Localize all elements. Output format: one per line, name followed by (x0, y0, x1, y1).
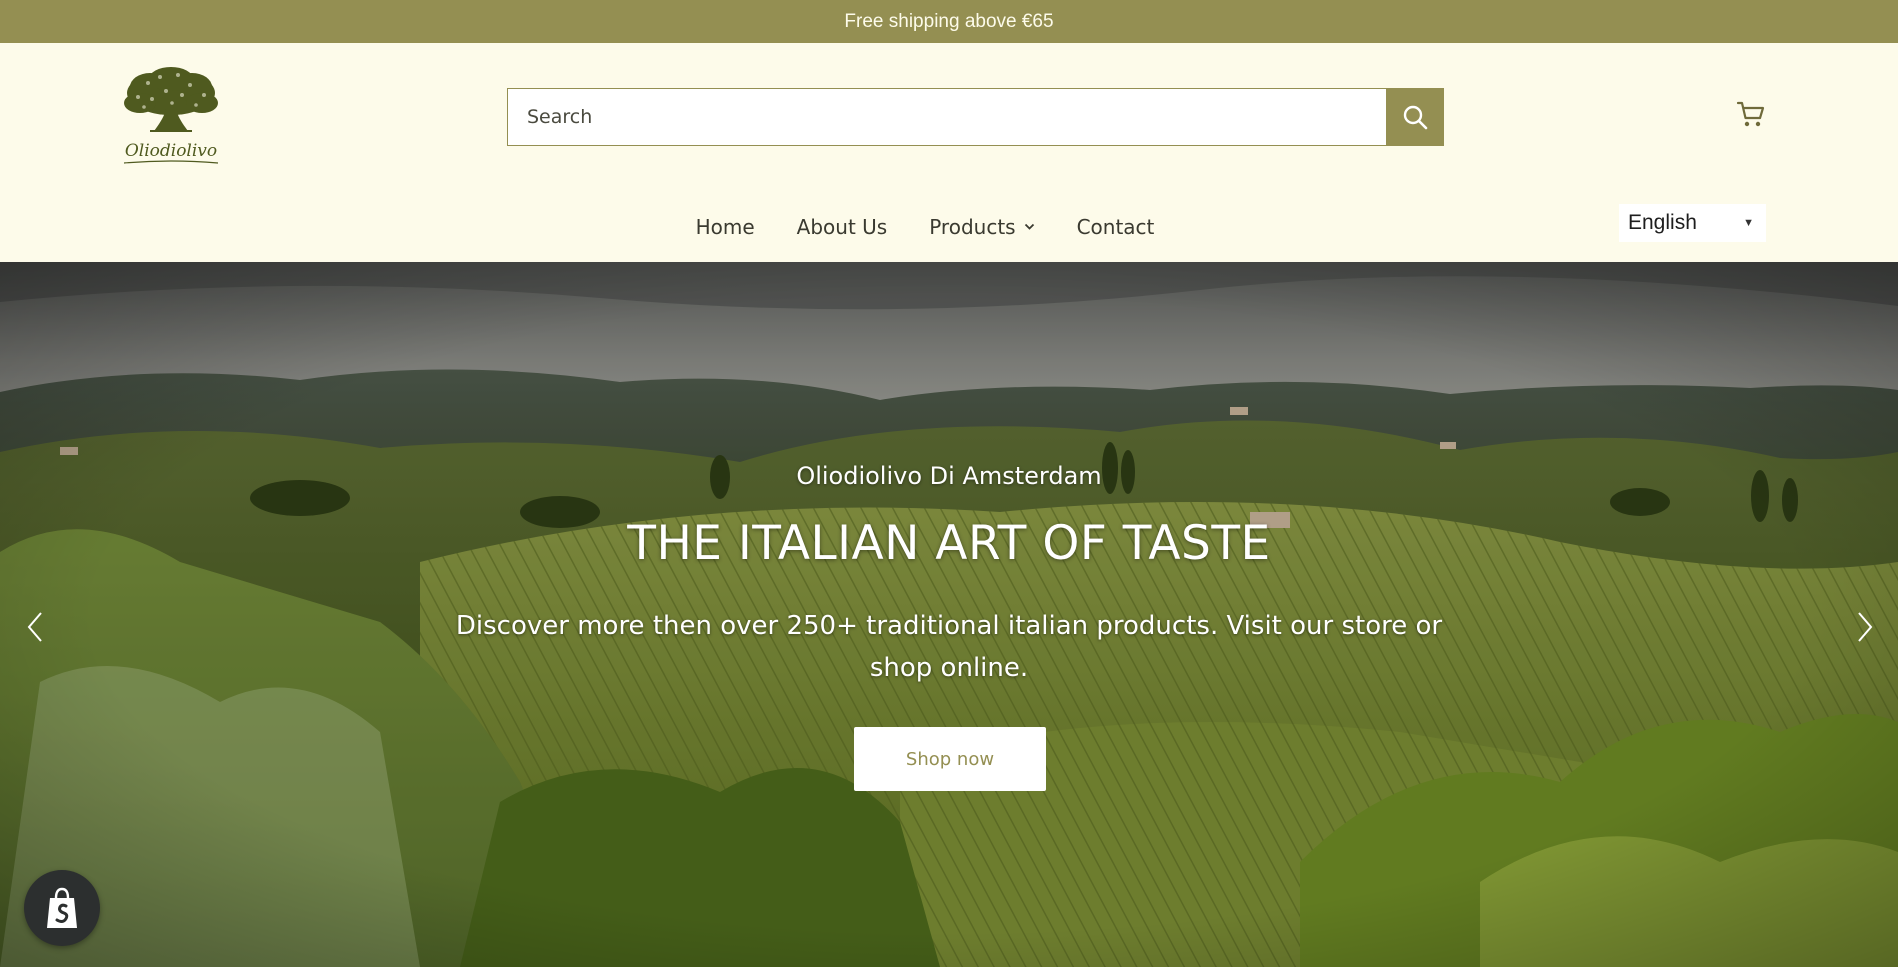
nav-item-label: Contact (1076, 215, 1155, 239)
main-nav: Home About Us Products Contact (0, 205, 1898, 249)
hero-content: Oliodiolivo Di Amsterdam THE ITALIAN ART… (0, 262, 1898, 967)
shop-now-button[interactable]: Shop now (854, 727, 1046, 791)
search-form (507, 88, 1444, 146)
search-icon (1403, 105, 1428, 130)
store-logo[interactable]: Oliodiolivo (120, 65, 222, 169)
search-input[interactable] (507, 88, 1386, 146)
nav-item-products[interactable]: Products (908, 215, 1055, 239)
nav-item-label: Home (695, 215, 755, 239)
slideshow-next-button[interactable] (1850, 607, 1880, 647)
nav-item-home[interactable]: Home (675, 215, 776, 239)
announcement-bar: Free shipping above €65 (0, 0, 1898, 43)
nav-item-contact[interactable]: Contact (1056, 215, 1176, 239)
hero-title: THE ITALIAN ART OF TASTE (627, 516, 1271, 571)
cart-icon (1736, 101, 1765, 127)
hero-subtitle: Oliodiolivo Di Amsterdam (796, 462, 1102, 490)
caret-down-icon: ▼ (1743, 217, 1754, 229)
announcement-text: Free shipping above €65 (844, 10, 1054, 32)
site-header: Oliodiolivo Home About Us Products (0, 43, 1898, 262)
chevron-down-icon (1024, 223, 1035, 231)
chevron-right-icon (1858, 612, 1873, 642)
nav-item-label: About Us (796, 215, 888, 239)
search-button[interactable] (1386, 88, 1444, 146)
nav-item-about-us[interactable]: About Us (776, 215, 909, 239)
hero-slideshow: Oliodiolivo Di Amsterdam THE ITALIAN ART… (0, 262, 1898, 967)
shopify-badge-button[interactable] (24, 870, 100, 946)
language-selected: English (1628, 211, 1697, 234)
chevron-left-icon (27, 612, 42, 642)
svg-text:Oliodiolivo: Oliodiolivo (125, 141, 217, 161)
language-select[interactable]: English ▼ (1619, 204, 1766, 242)
nav-item-label: Products (929, 215, 1016, 239)
cart-button[interactable] (1736, 99, 1766, 129)
olive-tree-logo-icon: Oliodiolivo (123, 67, 219, 164)
slideshow-prev-button[interactable] (20, 607, 50, 647)
shopify-bag-icon (47, 887, 77, 928)
hero-text: Discover more then over 250+ traditional… (455, 611, 1443, 683)
